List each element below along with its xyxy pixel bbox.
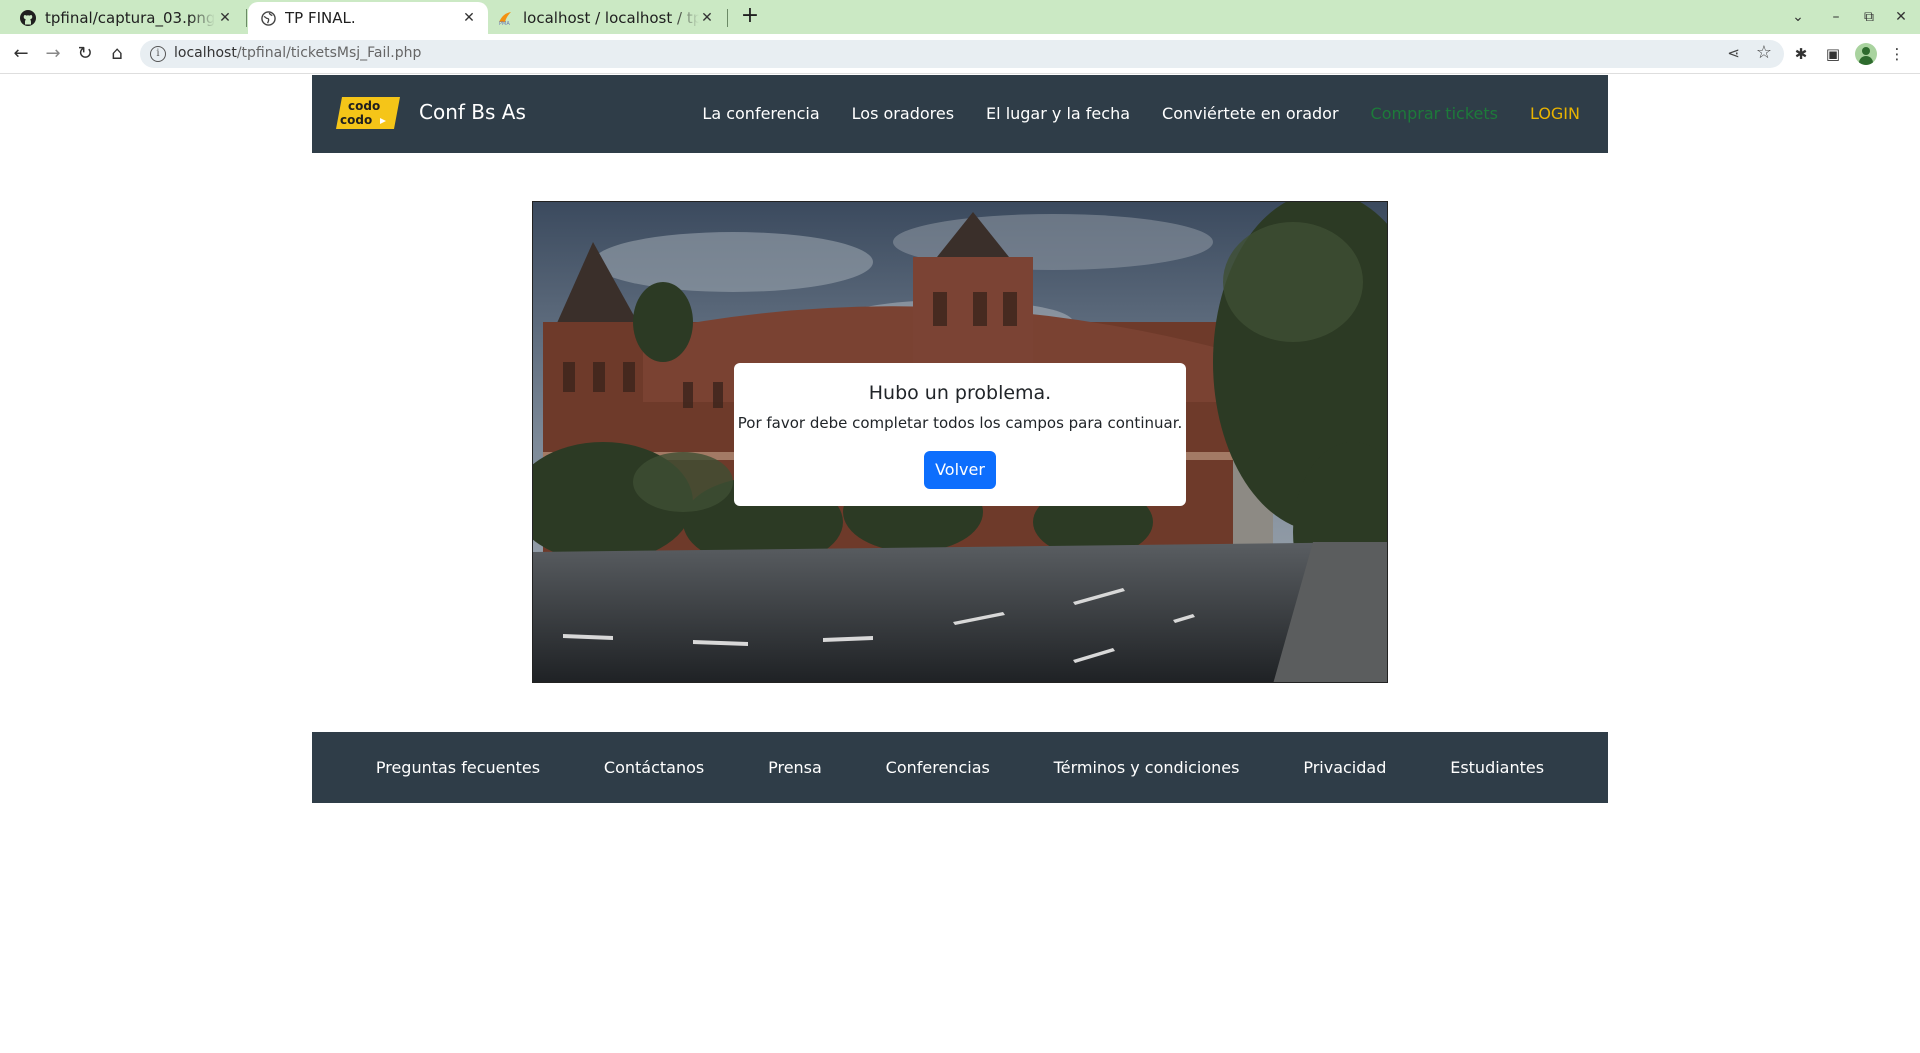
reload-icon[interactable]: ↻ [74, 43, 96, 65]
footer-link-preguntas[interactable]: Preguntas fecuentes [376, 758, 540, 777]
address-bar[interactable]: i localhost/tpfinal/ticketsMsj_Fail.php … [140, 40, 1784, 68]
browser-tab-active[interactable]: TP FINAL. ✕ [248, 2, 488, 34]
browser-menu-icon[interactable]: ⋮ [1886, 43, 1908, 65]
bookmark-star-icon[interactable]: ☆ [1756, 42, 1772, 63]
svg-text:codo: codo [340, 113, 372, 127]
brand-name[interactable]: Conf Bs As [419, 100, 526, 124]
footer-link-privacidad[interactable]: Privacidad [1303, 758, 1386, 777]
close-tab-icon[interactable]: ✕ [460, 9, 478, 27]
codo-a-codo-logo[interactable]: codo codo [336, 97, 400, 129]
dialog-title: Hubo un problema. [868, 382, 1052, 404]
nav-lugar-fecha[interactable]: El lugar y la fecha [986, 104, 1130, 123]
share-icon[interactable]: ⋖ [1727, 44, 1740, 62]
tab-title: localhost / localhost / tp_fi [523, 9, 699, 27]
footer-link-conferencias[interactable]: Conferencias [886, 758, 990, 777]
dialog-message: Por favor debe completar todos los campo… [737, 414, 1183, 432]
main-nav: La conferencia Los oradores El lugar y l… [702, 104, 1580, 123]
back-icon[interactable]: ← [10, 43, 32, 65]
browser-tab-github[interactable]: tpfinal/captura_03.png at ✕ [8, 2, 244, 34]
volver-button[interactable]: Volver [924, 451, 996, 489]
tab-title: TP FINAL. [285, 9, 356, 27]
svg-text:codo: codo [348, 99, 380, 113]
tab-title: tpfinal/captura_03.png at [45, 9, 215, 27]
nav-los-oradores[interactable]: Los oradores [852, 104, 954, 123]
footer-link-prensa[interactable]: Prensa [768, 758, 822, 777]
new-tab-button[interactable]: + [737, 4, 763, 30]
side-panel-icon[interactable]: ▣ [1822, 43, 1844, 65]
globe-icon [260, 10, 276, 26]
url-text: localhost/tpfinal/ticketsMsj_Fail.php [174, 45, 421, 61]
site-navbar: codo codo Conf Bs As La conferencia Los … [312, 75, 1608, 153]
restore-icon[interactable]: ⧉ [1857, 7, 1881, 27]
url-host: localhost [174, 45, 237, 61]
nav-conviertete-orador[interactable]: Conviértete en orador [1162, 104, 1339, 123]
nav-login[interactable]: LOGIN [1530, 104, 1580, 123]
close-window-icon[interactable]: ✕ [1889, 7, 1913, 27]
svg-text:PMA: PMA [499, 21, 510, 26]
phpmyadmin-icon: PMA [498, 10, 514, 26]
tab-separator [246, 9, 247, 27]
url-path: /tpfinal/ticketsMsj_Fail.php [236, 45, 422, 61]
extensions-icon[interactable]: ✱ [1790, 43, 1812, 65]
forward-icon[interactable]: → [42, 43, 64, 65]
github-icon [20, 10, 36, 26]
close-tab-icon[interactable]: ✕ [698, 9, 716, 27]
error-dialog: Hubo un problema. Por favor debe complet… [734, 363, 1186, 506]
nav-la-conferencia[interactable]: La conferencia [702, 104, 819, 123]
footer-link-contactanos[interactable]: Contáctanos [604, 758, 704, 777]
browser-toolbar: ← → ↻ ⌂ i localhost/tpfinal/ticketsMsj_F… [0, 34, 1920, 74]
close-tab-icon[interactable]: ✕ [216, 9, 234, 27]
nav-comprar-tickets[interactable]: Comprar tickets [1371, 104, 1498, 123]
footer-link-estudiantes[interactable]: Estudiantes [1450, 758, 1544, 777]
profile-avatar[interactable] [1855, 43, 1877, 65]
browser-tab-strip: tpfinal/captura_03.png at ✕ TP FINAL. ✕ … [0, 0, 1920, 34]
browser-tab-phpmyadmin[interactable]: PMA localhost / localhost / tp_fi ✕ [490, 2, 726, 34]
minimize-icon[interactable]: – [1824, 7, 1848, 27]
site-footer: Preguntas fecuentes Contáctanos Prensa C… [312, 732, 1608, 803]
tab-separator [727, 9, 728, 27]
tab-search-icon[interactable]: ⌄ [1786, 7, 1810, 27]
home-icon[interactable]: ⌂ [106, 43, 128, 65]
site-info-icon[interactable]: i [150, 46, 166, 62]
footer-link-terminos[interactable]: Términos y condiciones [1054, 758, 1240, 777]
